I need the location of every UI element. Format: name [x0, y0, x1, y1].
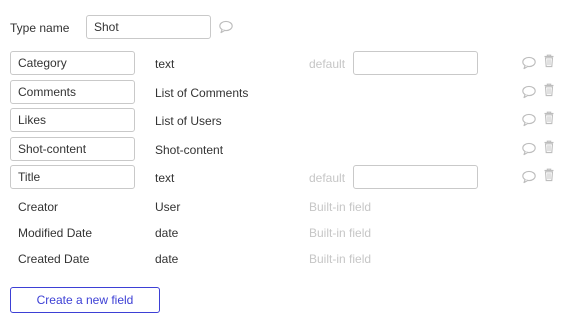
type-name-input[interactable]: Shot [86, 15, 211, 39]
field-name-likes[interactable]: Likes [10, 108, 135, 132]
field-name-title[interactable]: Title [10, 165, 135, 189]
trash-icon[interactable] [541, 167, 557, 183]
comment-bubble-icon[interactable] [521, 112, 537, 128]
default-label: default [309, 171, 346, 185]
comment-bubble-icon[interactable] [218, 19, 234, 35]
field-type-shot-content: Shot-content [155, 143, 224, 157]
default-label: default [309, 57, 346, 71]
trash-icon[interactable] [541, 53, 557, 69]
comment-bubble-icon[interactable] [521, 84, 537, 100]
default-value-input[interactable] [353, 165, 478, 189]
field-type-likes: List of Users [155, 114, 222, 128]
builtin-field-type: date [155, 226, 179, 240]
builtin-field-name: Creator [18, 200, 59, 214]
create-new-field-button[interactable]: Create a new field [10, 287, 160, 313]
trash-icon[interactable] [541, 82, 557, 98]
field-type-category: text [155, 57, 175, 71]
builtin-field-note: Built-in field [309, 252, 372, 266]
builtin-field-name: Modified Date [18, 226, 93, 240]
builtin-field-type: User [155, 200, 181, 214]
comment-bubble-icon[interactable] [521, 169, 537, 185]
default-value-input[interactable] [353, 51, 478, 75]
trash-icon[interactable] [541, 110, 557, 126]
builtin-field-type: date [155, 252, 179, 266]
type-name-label: Type name [10, 21, 70, 35]
field-name-category[interactable]: Category [10, 51, 135, 75]
field-type-title: text [155, 171, 175, 185]
builtin-field-note: Built-in field [309, 226, 372, 240]
comment-bubble-icon[interactable] [521, 55, 537, 71]
builtin-field-name: Created Date [18, 252, 90, 266]
builtin-field-note: Built-in field [309, 200, 372, 214]
trash-icon[interactable] [541, 139, 557, 155]
field-name-shot-content[interactable]: Shot-content [10, 137, 135, 161]
comment-bubble-icon[interactable] [521, 141, 537, 157]
field-type-comments: List of Comments [155, 86, 249, 100]
field-name-comments[interactable]: Comments [10, 80, 135, 104]
